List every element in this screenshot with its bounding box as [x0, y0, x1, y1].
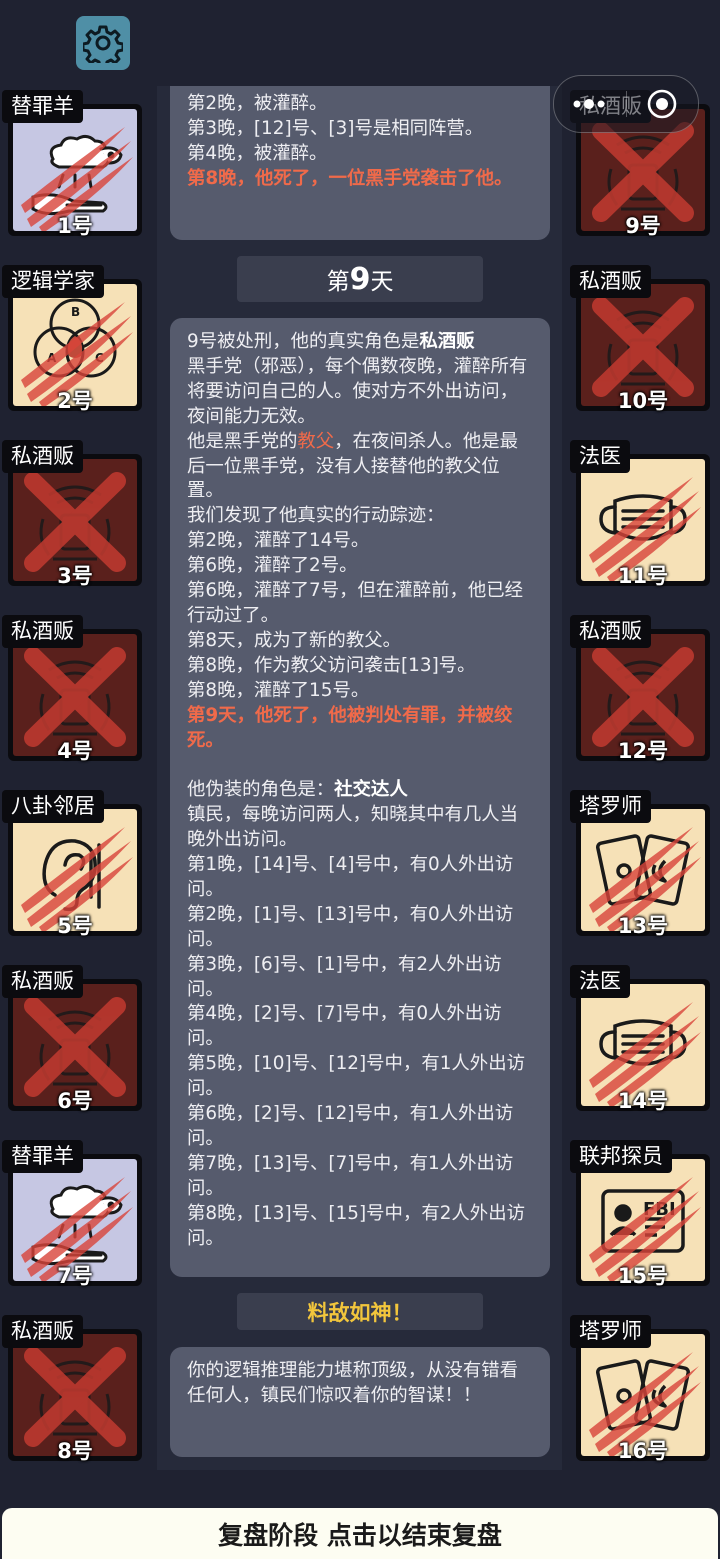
player-number: 4号 — [57, 739, 93, 763]
player-card[interactable]: 私酒贩 3号 — [2, 440, 142, 598]
trace-line: 第2晚，灌醉了14号。 — [187, 530, 370, 552]
player-card[interactable]: BAC 逻辑学家 2号 — [2, 265, 142, 423]
mini-program-capsule — [553, 75, 699, 133]
player-number: 6号 — [57, 1089, 93, 1113]
disguise-line: 镇民，每晚访问两人，知晓其中有几人当晚外出访问。 — [187, 804, 519, 851]
disguise-line: 第8晚，[13]号、[15]号中，有2人外出访问。 — [187, 1202, 525, 1249]
role-label: 塔罗师 — [570, 1315, 651, 1348]
role-label: 替罪羊 — [2, 1140, 83, 1173]
role-label: 私酒贩 — [2, 965, 83, 998]
player-card[interactable]: 法医 11号 — [570, 440, 710, 598]
trace-line: 第8晚，灌醉了15号。 — [187, 679, 370, 701]
role-label: 八卦邻居 — [2, 790, 104, 823]
prev-line: 第2晚，被灌醉。 — [187, 93, 328, 114]
role-label: 逻辑学家 — [2, 265, 104, 298]
prev-line: 第4晚，被灌醉。 — [187, 142, 328, 164]
player-number: 15号 — [617, 1264, 669, 1288]
player-card[interactable]: FBI 联邦探员 15号 — [570, 1140, 710, 1298]
role-label: 法医 — [570, 440, 630, 473]
day-log-bubble: 9号被处刑，他的真实角色是私酒贩 黑手党（邪恶），每个偶数夜晚，灌醉所有将要访问… — [170, 318, 550, 1277]
player-number: 12号 — [617, 739, 669, 763]
godfather-word: 教父 — [297, 430, 335, 452]
result-bubble: 你的逻辑推理能力堪称顶级，从没有错看任何人，镇民们惊叹着你的智谋！！ — [170, 1347, 550, 1457]
role-label: 私酒贩 — [2, 1315, 83, 1348]
role-label: 私酒贩 — [570, 615, 651, 648]
prev-day-lines: 第2晚，被灌醉。第3晚，[12]号、[3]号是相同阵营。 第4晚，被灌醉。 — [187, 92, 534, 167]
trace-line: 我们发现了他真实的行动踪迹： — [187, 505, 445, 527]
player-number: 9号 — [625, 214, 661, 238]
player-card[interactable]: 私酒贩 12号 — [570, 615, 710, 773]
player-number: 11号 — [617, 564, 669, 588]
settings-button[interactable] — [76, 16, 130, 70]
result-text: 你的逻辑推理能力堪称顶级，从没有错看任何人，镇民们惊叹着你的智谋！！ — [187, 1360, 519, 1406]
player-number: 1号 — [57, 214, 93, 238]
gear-icon — [83, 25, 123, 63]
role-label: 联邦探员 — [570, 1140, 672, 1173]
godfather-prefix: 他是黑手党的 — [187, 430, 298, 452]
player-card[interactable]: 法医 14号 — [570, 965, 710, 1123]
disguise-line: 第1晚，[14]号、[4]号中，有0人外出访问。 — [187, 854, 514, 900]
disguise-line: 第2晚，[1]号、[13]号中，有0人外出访问。 — [187, 903, 514, 950]
day-suffix: 天 — [370, 269, 394, 295]
disguise-line: 第6晚，[2]号、[12]号中，有1人外出访问。 — [187, 1103, 514, 1149]
disguise-role: 社交达人 — [334, 779, 408, 801]
disguise-lines: 镇民，每晚访问两人，知晓其中有几人当晚外出访问。 第1晚，[14]号、[4]号中… — [187, 804, 525, 1248]
role-label: 私酒贩 — [570, 265, 651, 298]
disguise-line: 第3晚，[6]号、[1]号中，有2人外出访问。 — [187, 953, 502, 1000]
trace-line: 第8晚，作为教父访问袭击[13]号。 — [187, 654, 476, 676]
player-card[interactable]: 八卦邻居 5号 — [2, 790, 142, 948]
player-number: 7号 — [57, 1264, 93, 1288]
trace-line: 第6晚，灌醉了7号，但在灌醉前，他已经行动过了。 — [187, 580, 524, 626]
player-card[interactable]: 塔罗师 16号 — [570, 1315, 710, 1473]
end-review-button[interactable]: 复盘阶段 点击以结束复盘 — [2, 1508, 718, 1559]
prev-day-bubble: 第2晚，被灌醉。第3晚，[12]号、[3]号是相同阵营。 第4晚，被灌醉。第8晚，… — [170, 86, 550, 240]
player-card[interactable]: 私酒贩 10号 — [570, 265, 710, 423]
trace-lines: 我们发现了他真实的行动踪迹： 第2晚，灌醉了14号。 第6晚，灌醉了2号。 第6… — [187, 505, 523, 700]
target-circle-icon[interactable] — [646, 88, 678, 120]
player-number: 3号 — [57, 564, 93, 588]
player-card[interactable]: 私酒贩 6号 — [2, 965, 142, 1123]
prev-line: 第3晚，[12]号、[3]号是相同阵营。 — [187, 117, 484, 139]
role-label: 替罪羊 — [2, 90, 83, 123]
player-number: 16号 — [617, 1439, 669, 1463]
player-number: 8号 — [57, 1439, 93, 1463]
player-card[interactable]: 私酒贩 4号 — [2, 615, 142, 773]
more-dots-icon[interactable] — [572, 94, 608, 114]
disguise-prefix: 他伪装的角色是： — [187, 779, 335, 801]
role-label: 塔罗师 — [570, 790, 651, 823]
result-title: 料敌如神！ — [237, 1293, 483, 1330]
player-number: 13号 — [617, 914, 669, 938]
player-number: 14号 — [617, 1089, 669, 1113]
trace-line: 第8天，成为了新的教父。 — [187, 629, 401, 651]
role-label: 私酒贩 — [2, 615, 83, 648]
player-number: 10号 — [617, 389, 669, 413]
player-number: 2号 — [57, 389, 93, 413]
player-card[interactable]: 塔罗师 13号 — [570, 790, 710, 948]
player-card[interactable]: 替罪羊 1号 — [2, 90, 142, 248]
day-prefix: 第 — [326, 269, 350, 295]
disguise-line: 第4晚，[2]号、[7]号中，有0人外出访问。 — [187, 1003, 502, 1050]
verdict-text: 第9天，他死了，他被判处有罪，并被绞死。 — [187, 704, 513, 751]
role-label: 私酒贩 — [2, 440, 83, 473]
capsule-divider — [626, 91, 627, 117]
day-header: 第9天 — [237, 256, 483, 302]
disguise-line: 第5晚，[10]号、[12]号中，有1人外出访问。 — [187, 1053, 525, 1100]
role-label: 法医 — [570, 965, 630, 998]
day-number: 9 — [349, 261, 371, 297]
exec-role: 私酒贩 — [419, 331, 475, 352]
player-card[interactable]: 私酒贩 8号 — [2, 1315, 142, 1473]
trace-line: 第6晚，灌醉了2号。 — [187, 555, 358, 577]
player-number: 5号 — [57, 914, 93, 938]
exec-prefix: 9号被处刑，他的真实角色是 — [187, 331, 420, 352]
prev-death-text: 第8晚，他死了，一位黑手党袭击了他。 — [187, 167, 513, 189]
disguise-line: 第7晚，[13]号、[7]号中，有1人外出访问。 — [187, 1152, 514, 1199]
player-card[interactable]: 替罪羊 7号 — [2, 1140, 142, 1298]
role-desc: 黑手党（邪恶），每个偶数夜晚，灌醉所有将要访问自己的人。使对方不外出访问，夜间能… — [187, 355, 528, 427]
